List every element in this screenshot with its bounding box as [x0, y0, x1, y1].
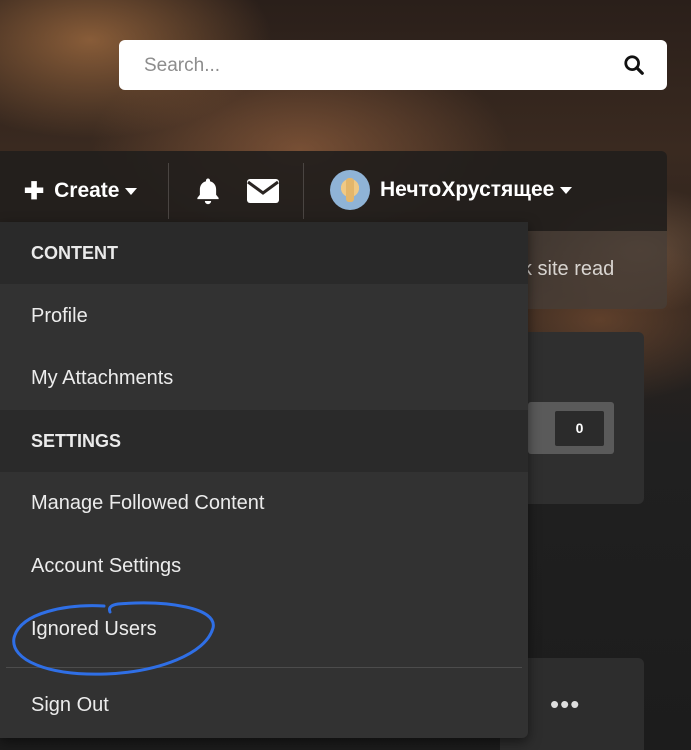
- search-placeholder: Search...: [144, 55, 221, 76]
- create-button[interactable]: ✚ Create: [24, 173, 138, 209]
- user-dropdown-menu: CONTENT Profile My Attachments SETTINGS …: [0, 222, 528, 738]
- menu-divider: [6, 667, 522, 668]
- user-menu-button[interactable]: НечтоХрустящее: [330, 170, 573, 210]
- top-navbar: ✚ Create НечтоХрустящее: [0, 151, 667, 231]
- more-options-icon[interactable]: •••: [550, 691, 580, 717]
- background-panel-text: k site read: [522, 258, 615, 280]
- menu-item-manage-followed-content[interactable]: Manage Followed Content: [0, 472, 528, 534]
- caret-down-icon: [560, 186, 573, 194]
- search-bar[interactable]: Search...: [119, 40, 667, 90]
- menu-item-profile[interactable]: Profile: [0, 285, 528, 347]
- menu-item-my-attachments[interactable]: My Attachments: [0, 347, 528, 409]
- caret-down-icon: [125, 187, 138, 195]
- mail-icon[interactable]: [246, 178, 280, 204]
- username: НечтоХрустящее: [380, 178, 555, 201]
- menu-item-ignored-users[interactable]: Ignored Users: [0, 598, 528, 660]
- counter-value: 0: [555, 411, 604, 446]
- bell-icon[interactable]: [193, 176, 223, 206]
- counter-box[interactable]: 0: [528, 402, 614, 454]
- navbar-separator: [303, 163, 304, 219]
- menu-section-settings: SETTINGS: [0, 410, 528, 472]
- menu-section-content: CONTENT: [0, 222, 528, 284]
- menu-item-sign-out[interactable]: Sign Out: [0, 674, 528, 736]
- menu-item-account-settings[interactable]: Account Settings: [0, 535, 528, 597]
- plus-icon: ✚: [24, 177, 45, 205]
- navbar-separator: [168, 163, 169, 219]
- create-label: Create: [54, 179, 120, 202]
- avatar: [330, 170, 370, 210]
- search-icon[interactable]: [623, 54, 645, 76]
